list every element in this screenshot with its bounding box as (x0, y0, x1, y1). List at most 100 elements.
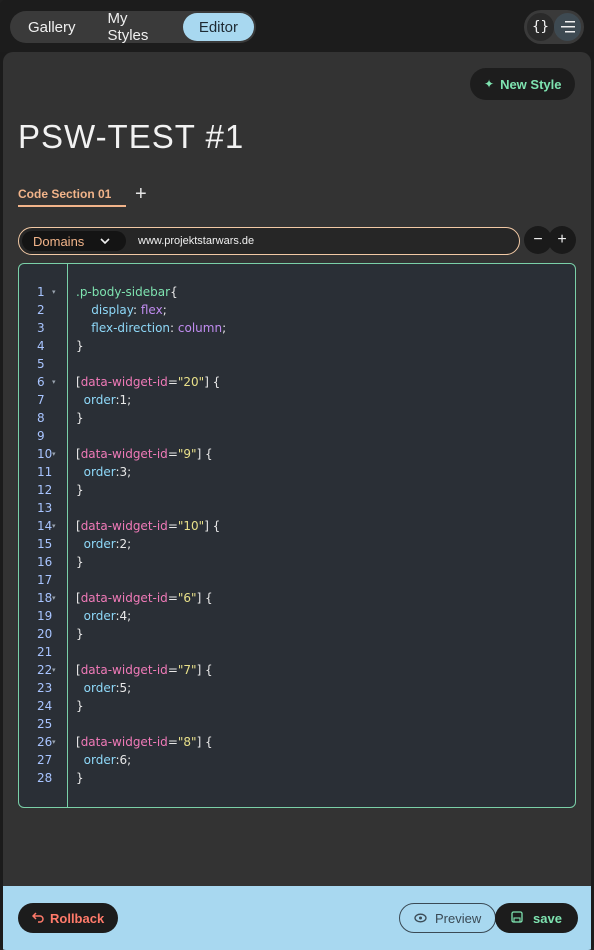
code-token: ] { (196, 591, 213, 605)
code-text: } (76, 337, 84, 355)
code-line[interactable]: 9 (19, 427, 575, 445)
preview-button[interactable]: Preview (399, 903, 497, 933)
code-line[interactable]: 18 ▾ [data-widget-id="6"] { (19, 589, 575, 607)
line-number: 9 (37, 429, 45, 443)
rollback-button[interactable]: Rollback (18, 903, 119, 933)
braces-icon[interactable]: {} (527, 13, 554, 41)
code-line[interactable]: 19 order:4; (19, 607, 575, 625)
code-line[interactable]: 13 (19, 499, 575, 517)
domains-dropdown[interactable]: Domains (22, 231, 126, 251)
undo-arrow-glyph (31, 911, 44, 923)
tab-my-styles[interactable]: My Styles (92, 10, 183, 44)
code-line[interactable]: 3 flex-direction: column; (19, 319, 575, 337)
code-token: ] { (204, 375, 221, 389)
line-number: 25 (37, 717, 53, 731)
code-line[interactable]: 15 order:2; (19, 535, 575, 553)
view-mode-toggle: {} (524, 10, 584, 44)
tab-editor[interactable]: Editor (182, 13, 254, 41)
chevron-down-icon (100, 236, 110, 247)
code-token: } (76, 339, 84, 353)
code-editor[interactable]: 1 ▾ .p-body-sidebar{2 display: flex; 3 flex… (18, 263, 576, 808)
floppy-disk-icon (511, 910, 523, 926)
code-token: } (76, 411, 84, 425)
code-token: } (76, 627, 84, 641)
new-style-button[interactable]: ✦ New Style (470, 68, 576, 100)
code-line[interactable]: 23 order:5; (19, 679, 575, 697)
fold-arrow-icon[interactable]: ▾ (52, 733, 56, 751)
code-line[interactable]: 11 order:3; (19, 463, 575, 481)
fold-arrow-icon[interactable]: ▾ (52, 373, 56, 391)
view-tabs: Gallery My Styles Editor (10, 10, 256, 44)
line-number: 12 (37, 483, 53, 497)
add-domain-button[interactable]: + (548, 226, 576, 254)
fold-arrow-icon[interactable]: ▾ (52, 445, 56, 463)
code-text: flex-direction: column; (76, 319, 226, 337)
line-number: 24 (37, 699, 53, 713)
code-line[interactable]: 22 ▾ [data-widget-id="7"] { (19, 661, 575, 679)
fold-arrow-icon[interactable]: ▾ (52, 517, 56, 535)
code-token: :6; (115, 753, 132, 767)
code-text: [data-widget-id="20"] { (76, 373, 220, 391)
code-token: data-widget-id (80, 375, 168, 389)
line-number: 4 (37, 339, 45, 353)
domain-input[interactable] (138, 235, 498, 247)
code-line[interactable]: 12} (19, 481, 575, 499)
bottom-action-bar: Rollback Preview save (3, 886, 591, 950)
code-text: display: flex; (76, 301, 167, 319)
code-line[interactable]: 8} (19, 409, 575, 427)
new-style-label: New Style (500, 76, 562, 92)
code-line[interactable]: 20} (19, 625, 575, 643)
menu-lines-icon[interactable] (554, 13, 581, 41)
code-text: order:1; (76, 391, 132, 409)
domain-bar: Domains (18, 227, 520, 255)
code-line[interactable]: 28} (19, 769, 575, 787)
code-line[interactable]: 17 (19, 571, 575, 589)
code-token: = (167, 447, 178, 461)
tab-code-section[interactable]: Code Section 01 (18, 187, 126, 207)
code-line[interactable]: 10 ▾ [data-widget-id="9"] { (19, 445, 575, 463)
code-token: : (133, 303, 141, 317)
fold-arrow-icon[interactable]: ▾ (52, 661, 56, 679)
code-line[interactable]: 27 order:6; (19, 751, 575, 769)
code-token: ] { (196, 447, 213, 461)
floppy-disk-glyph (511, 910, 523, 923)
code-text: order:4; (76, 607, 132, 625)
sparkle-icon: ✦ (484, 77, 495, 91)
code-line[interactable]: 24} (19, 697, 575, 715)
code-text: [data-widget-id="9"] { (76, 445, 213, 463)
add-section-button[interactable]: + (135, 183, 147, 205)
line-number: 27 (37, 753, 53, 767)
fold-arrow-icon[interactable]: ▾ (52, 283, 56, 301)
code-token: : (170, 321, 178, 335)
code-line[interactable]: 5 (19, 355, 575, 373)
eye-glyph (414, 913, 427, 922)
code-line[interactable]: 6 ▾ [data-widget-id="20"] { (19, 373, 575, 391)
code-line[interactable]: 7 order:1; (19, 391, 575, 409)
code-text: [data-widget-id="8"] { (76, 733, 213, 751)
code-text: } (76, 481, 84, 499)
fold-arrow-icon[interactable]: ▾ (52, 589, 56, 607)
save-button[interactable]: save (495, 903, 578, 933)
code-line[interactable]: 2 display: flex; (19, 301, 575, 319)
code-line[interactable]: 16} (19, 553, 575, 571)
code-token: "7" (177, 663, 197, 677)
code-token: :1; (115, 393, 132, 407)
line-number: 17 (37, 573, 53, 587)
code-token: "6" (177, 591, 197, 605)
code-text: } (76, 553, 84, 571)
line-number: 13 (37, 501, 53, 515)
code-token: display (91, 303, 134, 317)
code-line[interactable]: 21 (19, 643, 575, 661)
code-token: :5; (115, 681, 132, 695)
code-line[interactable]: 14 ▾ [data-widget-id="10"] { (19, 517, 575, 535)
code-line[interactable]: 4} (19, 337, 575, 355)
code-token: = (167, 735, 178, 749)
code-line[interactable]: 26 ▾ [data-widget-id="8"] { (19, 733, 575, 751)
page-title: PSW-TEST #1 (18, 118, 245, 155)
line-number: 2 (37, 303, 45, 317)
tab-gallery[interactable]: Gallery (12, 13, 92, 41)
code-line[interactable]: 1 ▾ .p-body-sidebar{ (19, 283, 575, 301)
code-line[interactable]: 25 (19, 715, 575, 733)
code-text: order:2; (76, 535, 132, 553)
